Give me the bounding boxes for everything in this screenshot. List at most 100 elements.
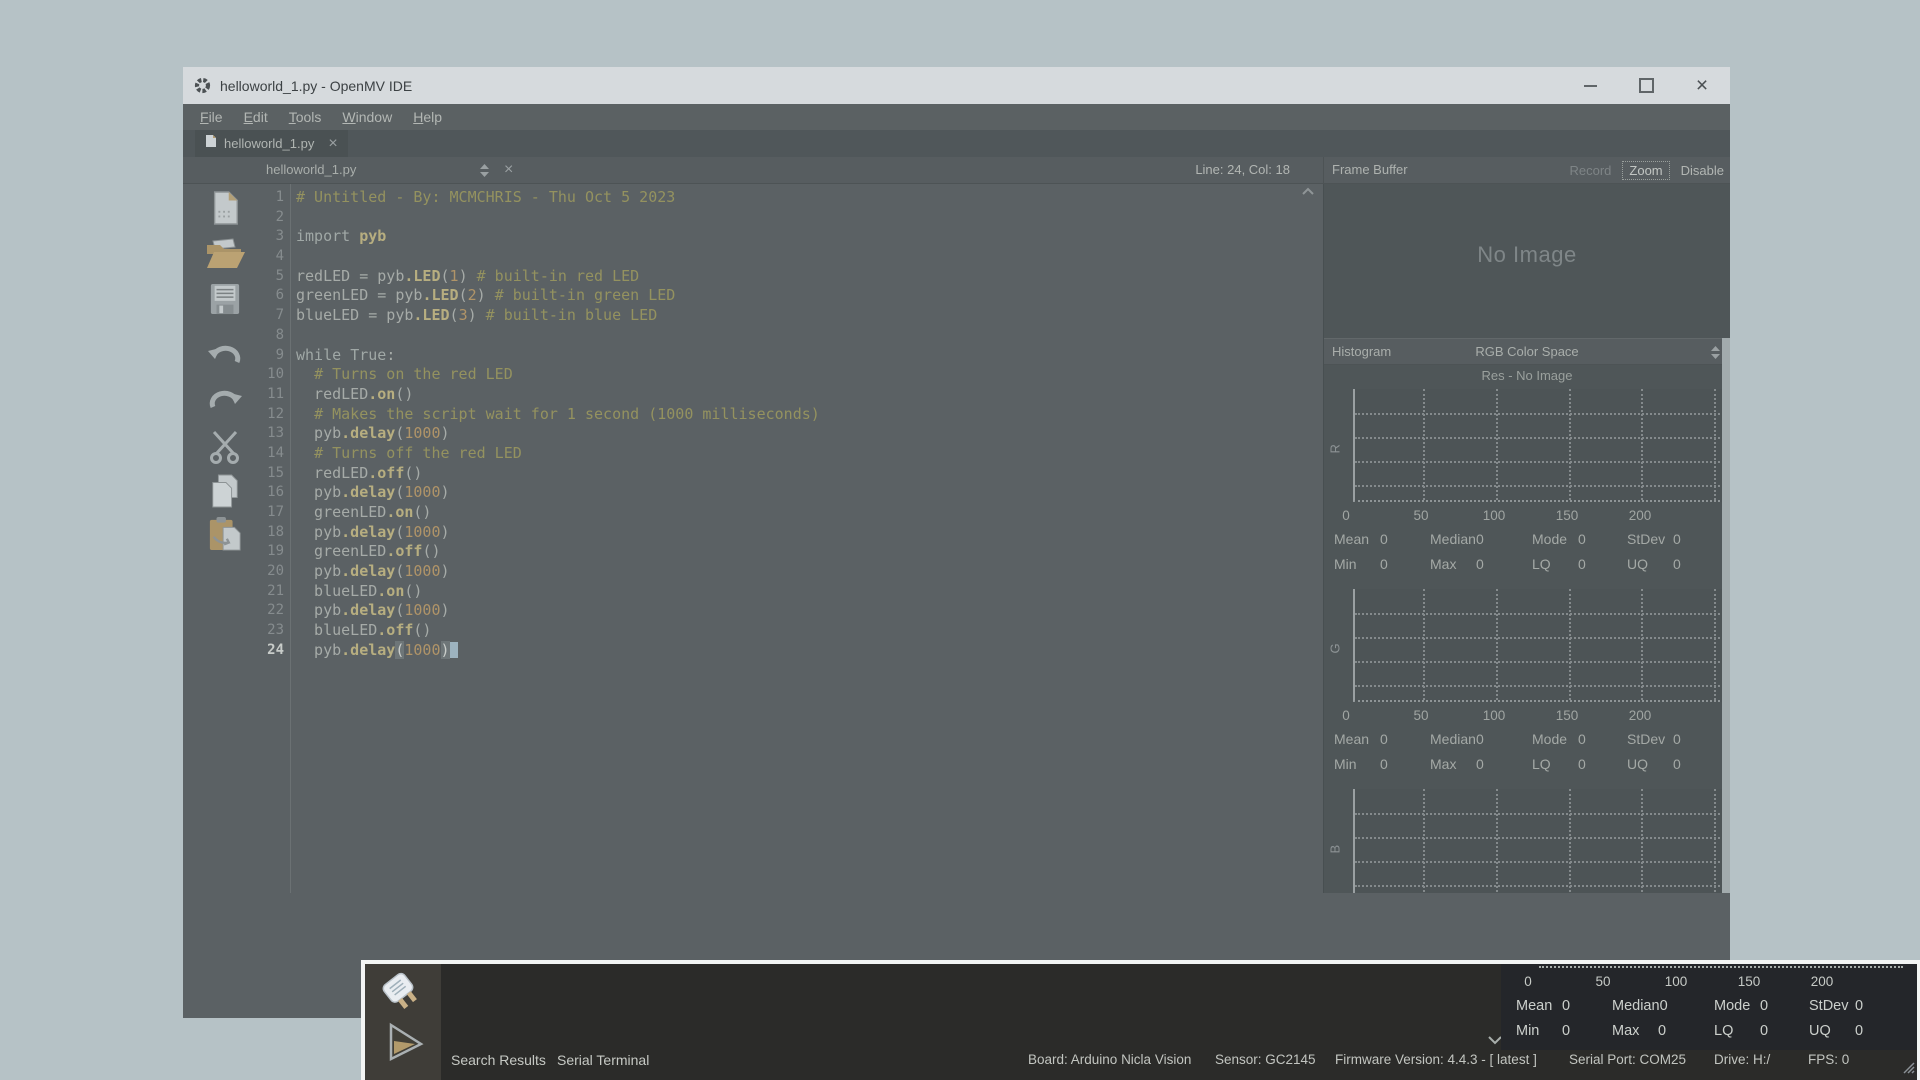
code-line: 24 pyb.delay(1000) [258, 641, 1318, 661]
frame-buffer-title: Frame Buffer [1332, 157, 1408, 183]
code-line: 14 # Turns off the red LED [258, 444, 1318, 464]
code-token: .on [386, 503, 413, 521]
stat-item: Mode0 [1532, 731, 1586, 747]
frame-buffer-panel: No Image Histogram RGB Color Space Res -… [1323, 184, 1730, 893]
code-text: redLED.off() [296, 464, 422, 484]
gridline [1355, 613, 1724, 615]
gridline [1569, 389, 1571, 500]
gridline [1355, 885, 1724, 887]
disable-button[interactable]: Disable [1681, 163, 1724, 178]
code-token: 1000 [404, 641, 440, 659]
tab-serial-terminal[interactable]: Serial Terminal [557, 1052, 649, 1068]
tab-helloworld[interactable]: helloworld_1.py × [195, 130, 348, 157]
code-token: ) [441, 523, 450, 541]
stat-label: Mean [1334, 731, 1380, 747]
tab-label: helloworld_1.py [224, 136, 314, 151]
line-number: 13 [258, 424, 284, 444]
histogram-plot [1353, 389, 1724, 502]
redo-icon[interactable] [203, 379, 247, 419]
code-text: pyb.delay(1000) [296, 601, 450, 621]
tick-label: 100 [1483, 708, 1506, 723]
window-controls: × [1562, 67, 1730, 104]
code-token: pyb [296, 483, 341, 501]
code-line: 7blueLED = pyb.LED(3) # built-in blue LE… [258, 306, 1318, 326]
zoom-button[interactable]: Zoom [1622, 161, 1669, 180]
code-editor[interactable]: 1# Untitled - By: MCMCHRIS - Thu Oct 5 2… [258, 184, 1318, 893]
menu-item-tools[interactable]: Tools [289, 109, 322, 125]
axis-ticks: 050100150200 [1324, 708, 1728, 724]
stat-item: Min0 [1334, 756, 1388, 772]
line-number: 14 [258, 444, 284, 464]
stat-label: LQ [1532, 556, 1578, 572]
stat-value: 0 [1562, 1023, 1570, 1039]
stat-value: 0 [1476, 756, 1484, 772]
stat-item: StDev0 [1627, 731, 1681, 747]
start-icon[interactable] [383, 1020, 427, 1064]
stat-label: Mean [1516, 998, 1562, 1014]
color-space-select[interactable]: RGB Color Space [1324, 339, 1730, 364]
maximize-icon[interactable] [1618, 67, 1674, 104]
toolbar [183, 184, 258, 893]
code-token: greenLED [296, 503, 386, 521]
text-cursor [450, 642, 458, 658]
code-token: redLED [296, 385, 368, 403]
code-token: .off [386, 542, 422, 560]
code-token: .LED [413, 306, 449, 324]
code-token: () [395, 385, 413, 403]
document-close-icon[interactable]: × [504, 157, 513, 182]
updown-arrows-icon[interactable] [1711, 346, 1720, 359]
stat-value: 0 [1476, 556, 1484, 572]
stat-value: 0 [1380, 756, 1388, 772]
cursor-position: Line: 24, Col: 18 [1195, 157, 1290, 183]
panel-scrollbar[interactable] [1722, 338, 1730, 893]
stat-item: Mean0 [1516, 998, 1570, 1014]
undo-icon[interactable] [203, 334, 247, 374]
line-number: 1 [258, 188, 284, 208]
open-folder-icon[interactable] [203, 234, 247, 274]
updown-arrows-icon[interactable] [480, 164, 489, 177]
resolution-text: Res - No Image [1324, 366, 1730, 385]
line-number: 15 [258, 464, 284, 484]
connect-icon[interactable] [377, 969, 427, 1017]
code-token: pyb [359, 227, 386, 245]
menu-item-edit[interactable]: Edit [244, 109, 268, 125]
minimize-icon[interactable] [1562, 67, 1618, 104]
code-token: .on [368, 385, 395, 403]
new-file-icon[interactable] [203, 188, 247, 228]
scroll-up-icon[interactable] [1301, 187, 1315, 196]
line-number: 8 [258, 326, 284, 346]
code-text: import pyb [296, 227, 386, 247]
code-token: 1000 [404, 523, 440, 541]
code-line: 2 [258, 208, 1318, 228]
menu-item-window[interactable]: Window [342, 109, 392, 125]
record-button[interactable]: Record [1569, 163, 1611, 178]
save-icon[interactable] [203, 279, 247, 319]
paste-icon[interactable] [203, 514, 247, 554]
line-number: 22 [258, 601, 284, 621]
menu-mnemonic: T [289, 109, 296, 125]
resize-grip-icon[interactable] [1901, 1060, 1915, 1079]
menu-item-help[interactable]: Help [413, 109, 442, 125]
code-token: .off [377, 621, 413, 639]
tab-search-results[interactable]: Search Results [451, 1052, 546, 1068]
code-token: ) [468, 306, 486, 324]
histogram-channel-r: R050100150200Mean0Median0Mode0StDev0Min0… [1324, 385, 1728, 585]
stat-item: Max0 [1612, 1023, 1666, 1039]
code-token [341, 346, 350, 364]
code-token: .off [368, 464, 404, 482]
close-icon[interactable]: × [1674, 67, 1730, 104]
code-token: pyb [296, 523, 341, 541]
menu-label: indow [356, 109, 393, 125]
stat-label: Max [1430, 756, 1476, 772]
copy-icon[interactable] [203, 471, 247, 511]
line-number: 7 [258, 306, 284, 326]
tick-label: 100 [1483, 508, 1506, 523]
code-token [296, 444, 314, 462]
document-selector[interactable]: helloworld_1.py [266, 157, 356, 183]
tab-close-icon[interactable]: × [328, 136, 337, 152]
cut-icon[interactable] [203, 426, 247, 466]
menu-item-file[interactable]: File [200, 109, 223, 125]
channel-label: G [1328, 636, 1343, 654]
menu-bar: File Edit Tools Window Help [183, 104, 1730, 130]
tick-label: 200 [1629, 708, 1652, 723]
